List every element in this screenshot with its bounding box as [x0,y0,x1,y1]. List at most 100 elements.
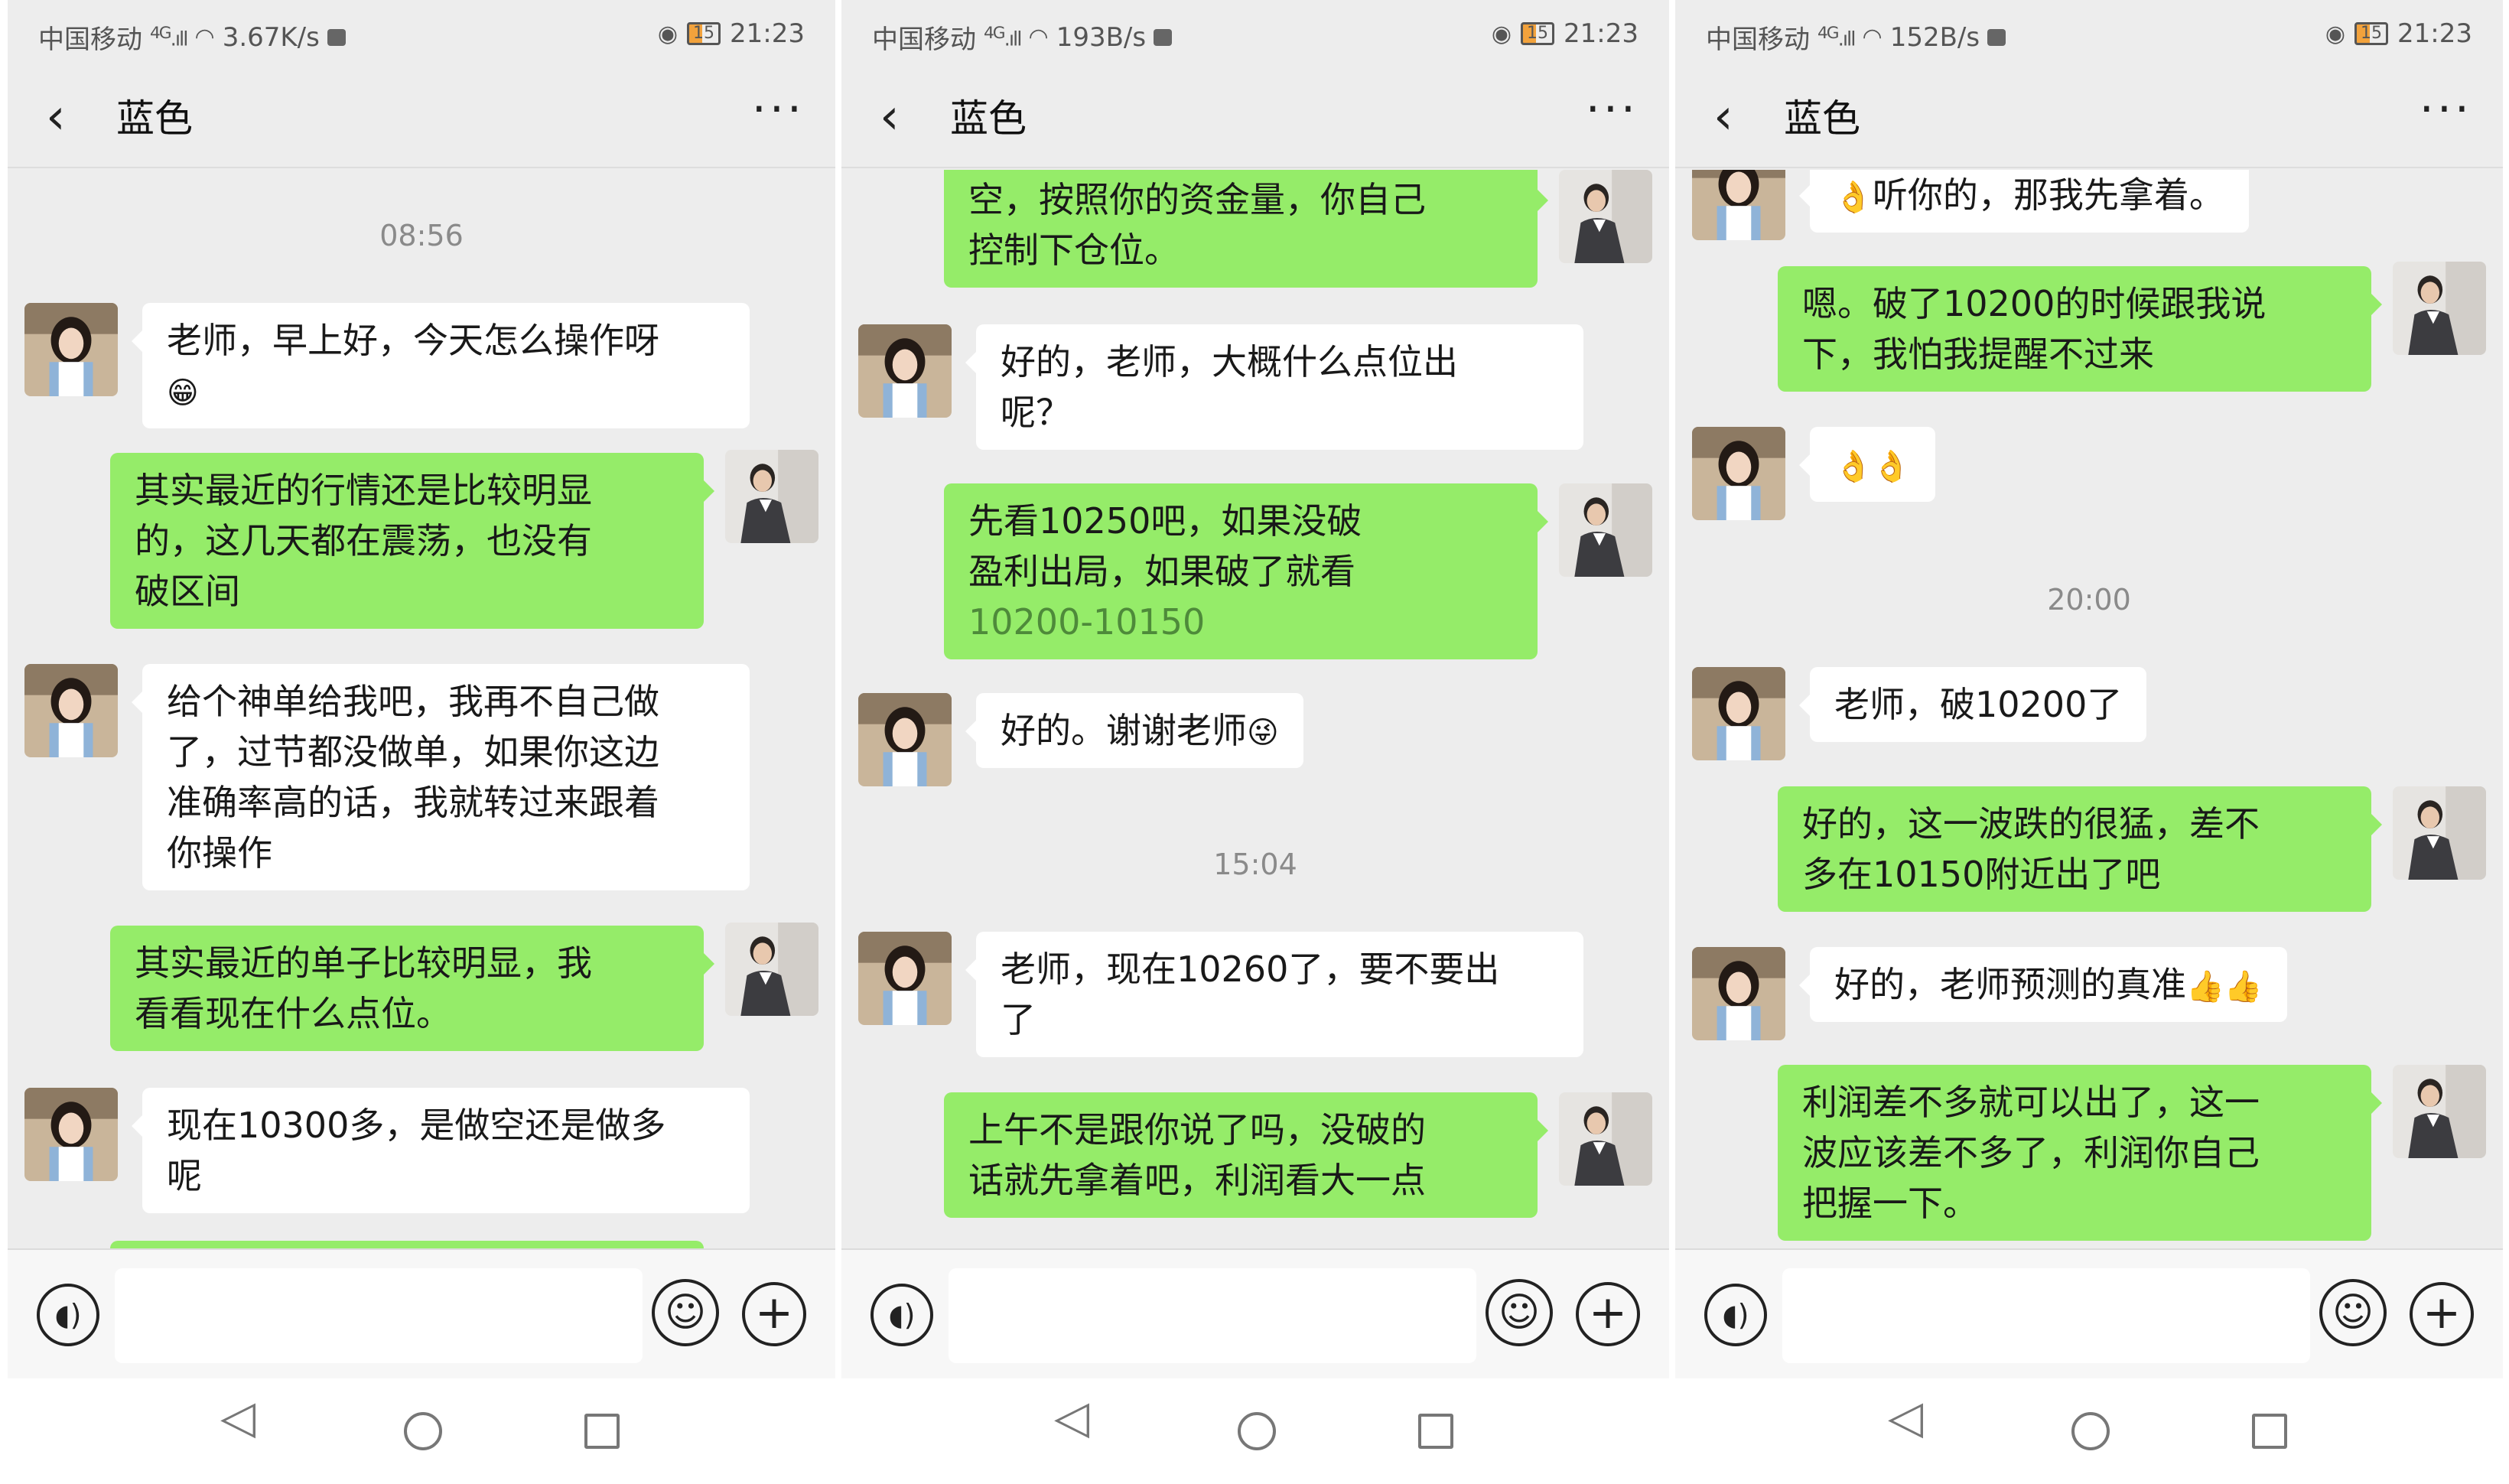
emoji-icon[interactable]: ☺ [652,1279,719,1346]
nav-recent-icon[interactable] [1418,1414,1453,1449]
nav-back-icon[interactable] [220,1391,255,1444]
avatar-contact[interactable] [858,932,952,1025]
chevron-left-icon[interactable]: ‹ [880,90,900,144]
voice-icon[interactable]: ◖) [1704,1284,1767,1346]
nav-back-icon[interactable] [1054,1391,1089,1444]
carrier-label: 中国移动 [872,24,976,55]
avatar-contact[interactable] [858,693,952,786]
avatar-self[interactable] [1559,170,1652,263]
message-bubble-incoming[interactable]: 现在10300多，是做空还是做多 呢 [132,1088,750,1213]
message-bubble-incoming[interactable]: 老师，现在10260了，要不要出 了 [965,932,1583,1057]
notification-icon [1154,28,1173,46]
message-input[interactable] [115,1268,643,1363]
chat-title: 蓝色 [116,96,193,141]
more-dots-icon[interactable]: ··· [752,83,805,136]
timestamp: 20:00 [2047,583,2131,617]
system-nav-bar [8,1378,835,1484]
avatar-contact[interactable] [24,1088,118,1181]
clock: 21:23 [730,18,805,49]
avatar-contact[interactable] [858,324,952,418]
chat-header: ‹ 蓝色 ··· [841,69,1669,168]
avatar-contact[interactable] [24,664,118,757]
voice-icon[interactable]: ◖) [37,1284,99,1346]
network-speed: 152B/s [1889,21,1980,53]
message-bubble-incoming[interactable]: 好的。谢谢老师😜 [965,693,1303,768]
eye-icon: ◉ [1491,20,1512,47]
message-bubble-incoming[interactable]: 👌👌 [1799,427,1935,502]
avatar-contact[interactable] [24,303,118,396]
nav-home-icon[interactable] [2071,1412,2110,1450]
voice-icon[interactable]: ◖) [871,1284,933,1346]
emoji-icon[interactable]: ☺ [2319,1279,2387,1346]
plus-icon[interactable]: + [1576,1282,1640,1346]
message-bubble-incoming[interactable]: 老师，破10200了 [1798,667,2147,742]
plus-icon[interactable]: + [742,1282,806,1346]
message-bubble-outgoing-partial[interactable] [110,1241,704,1248]
message-input[interactable] [949,1268,1476,1363]
wifi-icon: ◠ [1862,24,1883,50]
emoji-icon[interactable]: ☺ [1486,1279,1553,1346]
message-bubble-incoming[interactable]: 好的，老师预测的真准👍👍 [1799,947,2287,1022]
avatar-self[interactable] [1559,483,1652,577]
notification-icon [1987,28,2006,46]
chat-title: 蓝色 [1784,96,1860,141]
avatar-self[interactable] [1559,1092,1652,1186]
message-list[interactable]: 👌听你的，那我先拿着。 嗯。破了10200的时候跟我说 下，我怕我提醒不过来 👌… [1675,170,2503,1248]
nav-home-icon[interactable] [404,1412,442,1450]
signal-icon: 4G.ıll [1817,23,1856,51]
avatar-self[interactable] [2393,262,2486,355]
message-bubble-outgoing[interactable]: 空，按照你的资金量，你自己 控制下仓位。 [944,170,1548,288]
nav-recent-icon[interactable] [584,1414,620,1449]
message-bubble-incoming[interactable]: 👌听你的，那我先拿着。 [1799,170,2249,233]
nav-home-icon[interactable] [1238,1412,1276,1450]
message-bubble-outgoing[interactable]: 先看10250吧，如果没破 盈利出局，如果破了就看 10200-10150 [944,483,1548,659]
network-speed: 3.67K/s [222,21,320,53]
message-bubble-incoming[interactable]: 给个神单给我吧，我再不自己做 了，过节都没做单，如果你这边 准确率高的话，我就转… [132,664,750,890]
signal-icon: 4G.ıll [984,23,1022,51]
message-bubble-outgoing[interactable]: 好的，这一波跌的很猛，差不 多在10150附近出了吧 [1778,786,2382,912]
avatar-self[interactable] [2393,786,2486,880]
chat-screen-1: 中国移动 4G.ıll ◠ 3.67K/s ◉ 15 21:23 ‹ 蓝色 ··… [8,0,835,1484]
message-bubble-outgoing[interactable]: 嗯。破了10200的时候跟我说 下，我怕我提醒不过来 [1778,266,2382,392]
timestamp: 08:56 [379,219,464,252]
message-bubble-outgoing[interactable]: 其实最近的单子比较明显，我 看看现在什么点位。 [110,926,714,1051]
avatar-contact[interactable] [1692,427,1785,520]
battery-icon: 15 [687,22,721,45]
input-bar: ◖) ☺ + [841,1248,1669,1378]
more-dots-icon[interactable]: ··· [2420,83,2472,136]
avatar-self[interactable] [725,450,818,543]
avatar-contact[interactable] [1692,170,1785,240]
nav-back-icon[interactable] [1888,1391,1923,1444]
avatar-contact[interactable] [1692,947,1785,1040]
carrier-label: 中国移动 [1706,24,1810,55]
phone-number-link[interactable]: 10200-10150 [968,601,1205,643]
more-dots-icon[interactable]: ··· [1586,83,1638,136]
input-bar: ◖) ☺ + [8,1248,835,1378]
signal-icon: 4G.ıll [150,23,188,51]
network-speed: 193B/s [1056,21,1147,53]
nav-recent-icon[interactable] [2252,1414,2287,1449]
message-list[interactable]: 08:56 老师，早上好，今天怎么操作呀 😁 其实最近的行情还是比较明显 的，这几… [8,170,835,1248]
message-list[interactable]: 空，按照你的资金量，你自己 控制下仓位。 好的，老师，大概什么点位出 呢？ 先看… [841,170,1669,1248]
notification-icon [327,28,346,46]
chat-header: ‹ 蓝色 ··· [8,69,835,168]
message-bubble-incoming[interactable]: 好的，老师，大概什么点位出 呢？ [965,324,1583,450]
chat-screen-2: 中国移动 4G.ıll ◠ 193B/s ◉ 15 21:23 ‹ 蓝色 ···… [841,0,1669,1484]
chevron-left-icon[interactable]: ‹ [46,90,66,144]
eye-icon: ◉ [657,20,679,47]
message-bubble-outgoing[interactable]: 其实最近的行情还是比较明显 的，这几天都在震荡，也没有 破区间 [110,453,714,629]
avatar-self[interactable] [725,923,818,1016]
avatar-contact[interactable] [1692,667,1785,760]
status-bar: 中国移动 4G.ıll ◠ 152B/s ◉ 15 21:23 [1675,0,2503,69]
message-bubble-outgoing[interactable]: 上午不是跟你说了吗，没破的 话就先拿着吧，利润看大一点 [944,1092,1548,1218]
plus-icon[interactable]: + [2410,1282,2474,1346]
avatar-self[interactable] [2393,1065,2486,1158]
message-bubble-incoming[interactable]: 老师，早上好，今天怎么操作呀 😁 [132,303,750,428]
message-input[interactable] [1782,1268,2310,1363]
status-bar: 中国移动 4G.ıll ◠ 3.67K/s ◉ 15 21:23 [8,0,835,69]
carrier-label: 中国移动 [38,24,142,55]
chevron-left-icon[interactable]: ‹ [1713,90,1733,144]
clock: 21:23 [1564,18,1638,49]
message-bubble-outgoing[interactable]: 利润差不多就可以出了，这一 波应该差不多了，利润你自己 把握一下。 [1778,1065,2382,1241]
battery-icon: 15 [2354,22,2389,45]
